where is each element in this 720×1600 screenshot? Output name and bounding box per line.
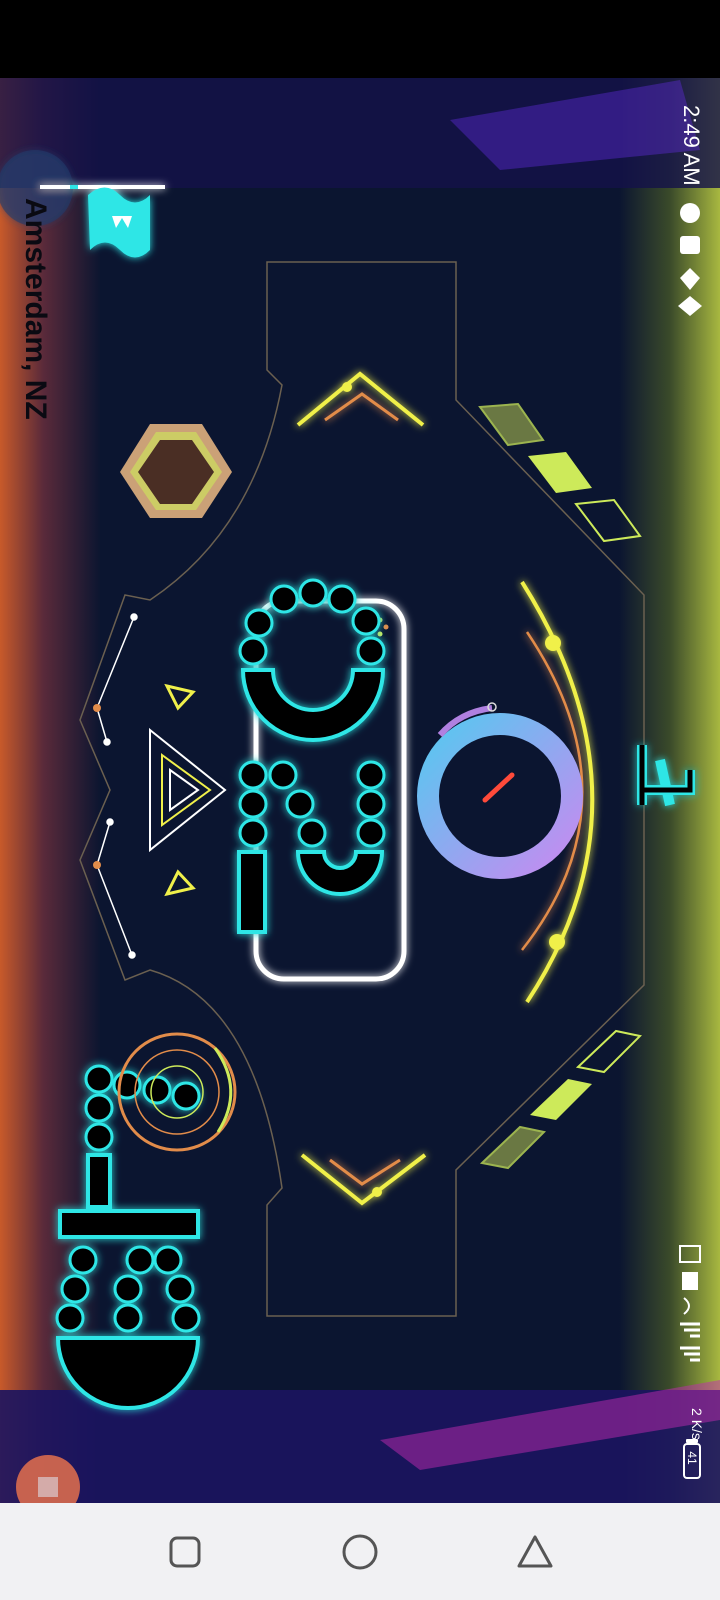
video-icon: [680, 236, 700, 254]
alarm-icon: [679, 1245, 701, 1263]
game-screen: Amsterdam, NZ 2:49 AM 2 K/s 41: [0, 0, 720, 1600]
location-label: Amsterdam, NZ: [19, 198, 52, 420]
layers-icon: [678, 296, 702, 316]
signal-icon: [680, 1346, 700, 1362]
triangle-icon: [517, 1535, 553, 1568]
recent-apps-button[interactable]: [158, 1525, 212, 1579]
status-icons-right: [679, 1245, 701, 1362]
home-button[interactable]: [333, 1525, 387, 1579]
back-button[interactable]: [508, 1525, 562, 1579]
signal-icon: [680, 1322, 700, 1338]
game-canvas: [0, 0, 720, 1503]
square-icon: [169, 1536, 201, 1568]
navigation-bar: [0, 1503, 720, 1600]
circle-icon: [342, 1534, 378, 1570]
net-speed-unit: K/s: [689, 1419, 705, 1440]
net-speed: 2 K/s: [689, 1408, 705, 1440]
battery-level: 41: [685, 1451, 699, 1465]
music-icon: [680, 203, 700, 223]
battery-icon: 41: [683, 1443, 701, 1479]
vibrate-icon: [682, 1272, 698, 1290]
heart-icon: [680, 268, 700, 290]
net-speed-value: 2: [689, 1408, 705, 1416]
wifi-icon: [683, 1297, 690, 1315]
status-time: 2:49 AM: [679, 105, 704, 186]
status-icons-left: [678, 203, 702, 316]
